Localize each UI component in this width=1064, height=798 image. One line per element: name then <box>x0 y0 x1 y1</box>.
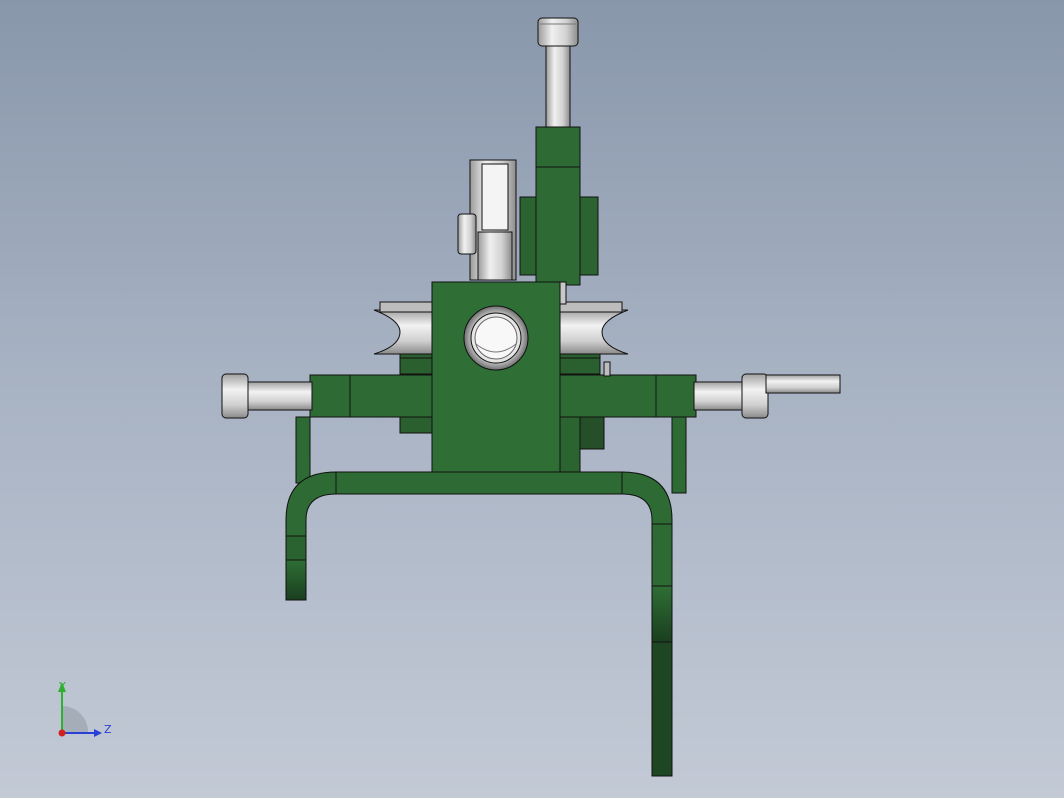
top-pin <box>537 17 579 131</box>
x-axis-dot <box>58 729 66 737</box>
cad-viewport[interactable] <box>0 0 1064 798</box>
right-shaft <box>693 373 841 419</box>
left-shaft <box>221 373 313 419</box>
upper-roller <box>457 159 517 281</box>
axis-triad: Y Z <box>58 680 112 737</box>
assembly <box>221 17 841 777</box>
vertical-column <box>519 126 599 286</box>
bottom-frame <box>285 471 673 777</box>
z-axis-label: Z <box>104 723 112 736</box>
central-block <box>431 281 581 473</box>
triad-plane <box>62 706 88 732</box>
z-axis-arrow <box>94 729 102 737</box>
y-axis-label: Y <box>58 680 66 693</box>
